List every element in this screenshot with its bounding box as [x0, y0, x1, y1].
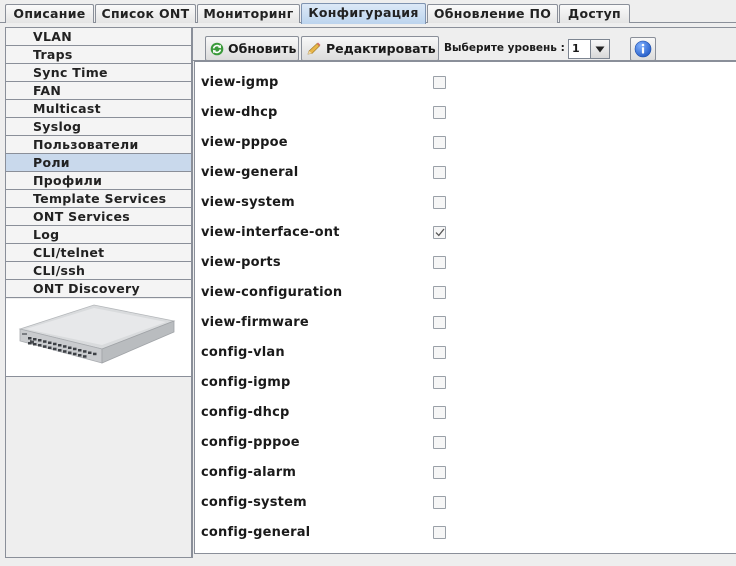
- permission-checkbox[interactable]: [433, 286, 446, 299]
- config-nav-list: VLAN Traps Sync Time FAN Multicast Syslo…: [6, 28, 191, 298]
- permission-name: view-interface-ont: [201, 225, 340, 240]
- sidebar-item-traps[interactable]: Traps: [6, 46, 191, 64]
- edit-button-label: Редактировать: [326, 41, 436, 56]
- refresh-icon: [210, 42, 224, 55]
- sidebar-item-cli-ssh[interactable]: CLI/ssh: [6, 262, 191, 280]
- tab-monitoring[interactable]: Мониторинг: [197, 4, 300, 23]
- permission-checkbox[interactable]: [433, 256, 446, 269]
- permission-checkbox[interactable]: [433, 376, 446, 389]
- permission-name: view-igmp: [201, 75, 279, 90]
- permission-name: config-pppoe: [201, 435, 300, 450]
- permission-name: view-dhcp: [201, 105, 278, 120]
- permission-row: config-igmp: [201, 373, 721, 393]
- level-select-value: 1: [572, 42, 580, 55]
- refresh-button[interactable]: Обновить: [205, 36, 299, 61]
- roles-toolbar: Обновить Редактировать Выберите уровень …: [193, 27, 736, 61]
- sidebar-item-multicast[interactable]: Multicast: [6, 100, 191, 118]
- sidebar-item-sync-time[interactable]: Sync Time: [6, 64, 191, 82]
- chevron-down-icon: [595, 46, 605, 52]
- permission-row: view-configuration: [201, 283, 721, 303]
- info-icon: [634, 40, 652, 58]
- window-bottom-edge: [0, 558, 736, 566]
- level-select-arrow[interactable]: [590, 40, 609, 58]
- sidebar-item-roles[interactable]: Роли: [6, 154, 191, 172]
- permission-name: config-alarm: [201, 465, 297, 480]
- sidebar-item-log[interactable]: Log: [6, 226, 191, 244]
- tab-firmware-update[interactable]: Обновление ПО: [427, 4, 558, 23]
- olt-device-image: [18, 304, 176, 364]
- permission-row: view-dhcp: [201, 103, 721, 123]
- sidebar-item-fan[interactable]: FAN: [6, 82, 191, 100]
- permission-checkbox[interactable]: [433, 346, 446, 359]
- permission-name: view-ports: [201, 255, 281, 270]
- info-button[interactable]: [630, 37, 656, 61]
- sidebar-item-syslog[interactable]: Syslog: [6, 118, 191, 136]
- permission-checkbox[interactable]: [433, 466, 446, 479]
- permission-row: view-firmware: [201, 313, 721, 333]
- roles-panel: Обновить Редактировать Выберите уровень …: [192, 27, 736, 558]
- permission-row: view-interface-ont: [201, 223, 721, 243]
- permission-name: view-system: [201, 195, 295, 210]
- permission-row: config-general: [201, 523, 721, 543]
- permission-name: config-igmp: [201, 375, 291, 390]
- level-select[interactable]: 1: [568, 39, 610, 59]
- permission-checkbox[interactable]: [433, 196, 446, 209]
- permission-checkbox[interactable]: [433, 436, 446, 449]
- permission-name: view-firmware: [201, 315, 309, 330]
- tab-ont-list[interactable]: Список ONT: [95, 4, 196, 23]
- permission-name: config-system: [201, 495, 307, 510]
- permission-checkbox[interactable]: [433, 316, 446, 329]
- permission-row: config-system: [201, 493, 721, 513]
- tab-description[interactable]: Описание: [5, 4, 94, 23]
- permission-checkbox[interactable]: [433, 76, 446, 89]
- permission-checkbox[interactable]: [433, 226, 446, 239]
- permission-name: view-pppoe: [201, 135, 288, 150]
- permission-row: view-igmp: [201, 73, 721, 93]
- permission-row: config-alarm: [201, 463, 721, 483]
- main-tab-bar: Описание Список ONT Мониторинг Конфигура…: [0, 0, 736, 24]
- tab-configuration[interactable]: Конфигурация: [301, 3, 426, 24]
- level-label: Выберите уровень :: [444, 42, 565, 54]
- permission-list: view-igmp view-dhcp view-pppoe view-general…: [194, 61, 736, 554]
- permission-row: view-general: [201, 163, 721, 183]
- permission-checkbox[interactable]: [433, 106, 446, 119]
- permission-name: config-dhcp: [201, 405, 290, 420]
- permission-row: config-dhcp: [201, 403, 721, 423]
- sidebar-item-vlan[interactable]: VLAN: [6, 28, 191, 46]
- sidebar-item-ont-services[interactable]: ONT Services: [6, 208, 191, 226]
- sidebar-item-profiles[interactable]: Профили: [6, 172, 191, 190]
- sidebar-item-cli-telnet[interactable]: CLI/telnet: [6, 244, 191, 262]
- permission-name: config-vlan: [201, 345, 285, 360]
- permission-name: config-general: [201, 525, 311, 540]
- permission-name: view-configuration: [201, 285, 343, 300]
- sidebar-item-template-services[interactable]: Template Services: [6, 190, 191, 208]
- permission-row: config-pppoe: [201, 433, 721, 453]
- sidebar-item-users[interactable]: Пользователи: [6, 136, 191, 154]
- permission-checkbox[interactable]: [433, 496, 446, 509]
- tab-access[interactable]: Доступ: [559, 4, 630, 23]
- permission-checkbox[interactable]: [433, 166, 446, 179]
- sidebar-item-ont-discovery[interactable]: ONT Discovery: [6, 280, 191, 298]
- permission-row: config-vlan: [201, 343, 721, 363]
- refresh-button-label: Обновить: [228, 41, 297, 56]
- permission-checkbox[interactable]: [433, 406, 446, 419]
- config-sidebar: VLAN Traps Sync Time FAN Multicast Syslo…: [5, 27, 192, 558]
- check-icon: [435, 228, 445, 237]
- permission-checkbox[interactable]: [433, 136, 446, 149]
- edit-button[interactable]: Редактировать: [301, 36, 439, 61]
- permission-checkbox[interactable]: [433, 526, 446, 539]
- permission-row: view-pppoe: [201, 133, 721, 153]
- device-image-panel: [6, 299, 191, 377]
- permission-name: view-general: [201, 165, 299, 180]
- pencil-icon: [307, 42, 321, 54]
- permission-row: view-ports: [201, 253, 721, 273]
- permission-row: view-system: [201, 193, 721, 213]
